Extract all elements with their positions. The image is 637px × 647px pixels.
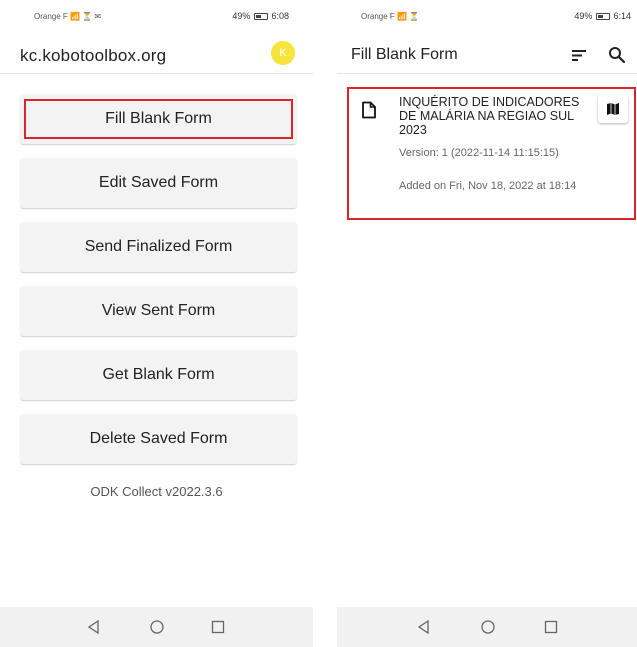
server-title: kc.kobotoolbox.org [20,46,167,65]
status-right: 49% 6:14 [574,11,631,21]
clock: 6:14 [613,11,631,21]
home-circle-icon[interactable] [478,617,498,637]
right-screen: Orange F 📶 ⏳ 49% 6:14 Fill Blank Form IN… [337,0,637,647]
map-icon [607,103,619,115]
send-finalized-form-button[interactable]: Send Finalized Form [20,222,297,272]
recents-square-icon[interactable] [208,617,228,637]
view-sent-form-button[interactable]: View Sent Form [20,286,297,336]
form-name: INQUÉRITO DE INDICADORES DE MALÁRIA NA R… [399,95,580,137]
battery-percent: 49% [574,11,593,21]
app-bar: kc.kobotoolbox.org K [0,40,313,74]
status-left: Orange F 📶 ⏳ ✉ [34,12,101,21]
form-version: Version: 1 (2022-11-14 11:15:15) [399,147,559,159]
edit-saved-form-button[interactable]: Edit Saved Form [20,158,297,208]
search-icon[interactable] [607,45,627,65]
clock: 6:08 [271,11,289,21]
form-added-date: Added on Fri, Nov 18, 2022 at 18:14 [399,180,577,192]
back-triangle-icon[interactable] [84,617,104,637]
status-right: 49% 6:08 [232,11,289,21]
status-indicators: 📶 ⏳ ✉ [70,12,102,21]
battery-percent: 49% [232,11,251,21]
status-indicators: 📶 ⏳ [397,12,420,21]
navigation-bar [337,607,637,647]
app-version: ODK Collect v2022.3.6 [90,484,223,499]
navigation-bar [0,607,313,647]
carrier-name: Orange F [361,12,395,21]
document-icon [362,101,376,119]
form-list-item[interactable]: INQUÉRITO DE INDICADORES DE MALÁRIA NA R… [347,87,636,220]
page-title: Fill Blank Form [351,46,458,63]
fill-blank-form-button[interactable]: Fill Blank Form [20,94,297,144]
status-bar: Orange F 📶 ⏳ ✉ 49% 6:08 [0,10,313,24]
status-bar: Orange F 📶 ⏳ 49% 6:14 [337,10,637,24]
delete-saved-form-button[interactable]: Delete Saved Form [20,414,297,464]
app-bar: Fill Blank Form [337,40,637,74]
sort-icon[interactable] [569,45,589,65]
back-triangle-icon[interactable] [414,617,434,637]
home-circle-icon[interactable] [147,617,167,637]
status-left: Orange F 📶 ⏳ [361,12,419,21]
recents-square-icon[interactable] [541,617,561,637]
get-blank-form-button[interactable]: Get Blank Form [20,350,297,400]
battery-icon [595,13,610,20]
carrier-name: Orange F [34,12,68,21]
left-screen: Orange F 📶 ⏳ ✉ 49% 6:08 kc.kobotoolbox.o… [0,0,313,647]
battery-icon [253,13,268,20]
map-button[interactable] [598,95,628,123]
avatar[interactable]: K [271,41,295,65]
